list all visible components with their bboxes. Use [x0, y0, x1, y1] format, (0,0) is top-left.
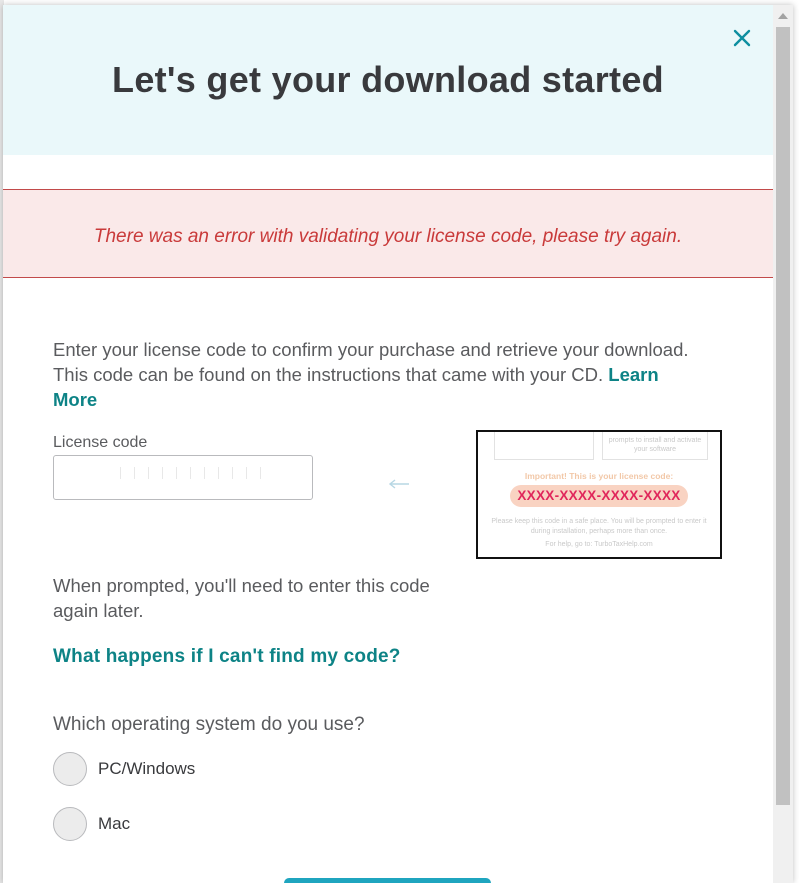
intro-text: Enter your license code to confirm your …	[53, 339, 689, 385]
instruction-card-left	[494, 432, 594, 460]
arrow-left-icon	[388, 479, 409, 489]
license-code-label: License code	[53, 434, 148, 451]
download-modal: Let's get your download started There wa…	[3, 5, 793, 883]
mac-label: Mac	[98, 814, 131, 833]
windows-radio[interactable]	[53, 752, 87, 786]
intro-paragraph: Enter your license code to confirm your …	[53, 337, 703, 412]
example-license-code: XXXX-XXXX-XXXX-XXXX	[510, 485, 688, 507]
find-code-link[interactable]: What happens if I can't find my code?	[53, 646, 401, 668]
close-icon	[733, 29, 751, 47]
important-label: Important! This is your license code:	[524, 471, 674, 481]
os-option-mac[interactable]: Mac	[53, 807, 130, 841]
instruction-card-text: prompts to install and activate your sof…	[608, 437, 702, 453]
scroll-up-arrow-icon[interactable]	[778, 13, 788, 19]
scrollbar[interactable]	[773, 5, 793, 883]
scrollbar-thumb[interactable]	[776, 27, 790, 805]
windows-label: PC/Windows	[98, 759, 196, 778]
code-note: Please keep this code in a safe place. Y…	[491, 518, 707, 535]
code-help: For help, go to: TurboTaxHelp.com	[545, 541, 653, 548]
mac-radio[interactable]	[53, 807, 87, 841]
modal-title: Let's get your download started	[112, 59, 664, 100]
license-code-example-image: prompts to install and activate your sof…	[476, 430, 722, 559]
continue-button[interactable]	[284, 878, 491, 883]
prompt-text: When prompted, you'll need to enter this…	[53, 575, 430, 621]
redacted-code-text	[111, 467, 271, 479]
error-banner: There was an error with validating your …	[3, 189, 773, 278]
instruction-card-right: prompts to install and activate your sof…	[602, 432, 708, 460]
close-button[interactable]	[729, 25, 755, 51]
os-option-windows[interactable]: PC/Windows	[53, 752, 195, 786]
error-message: There was an error with validating your …	[93, 226, 683, 247]
modal-header: Let's get your download started	[3, 5, 773, 155]
os-question: Which operating system do you use?	[53, 714, 365, 735]
